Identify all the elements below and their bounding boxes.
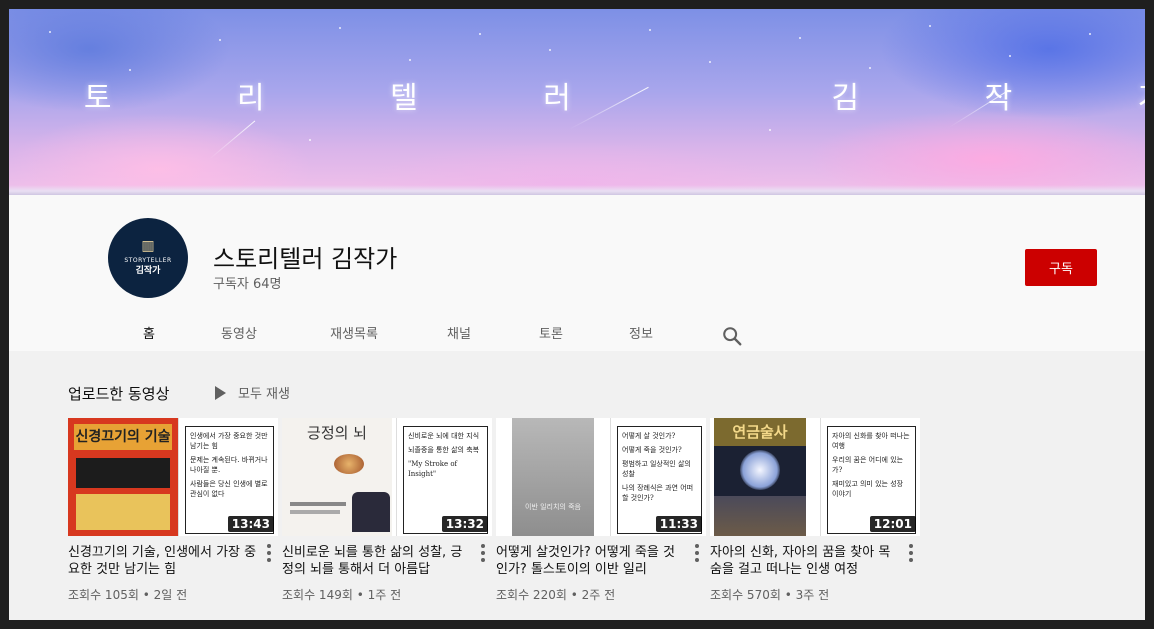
- video-thumbnail[interactable]: 신경끄기의 기술 인생에서 가장 중요한 것만 남기는 힘 문제는 계속된다. …: [68, 418, 278, 536]
- more-vert-icon[interactable]: [694, 544, 700, 562]
- subscribe-button[interactable]: 구독: [1025, 249, 1097, 286]
- uploads-section: 업로드한 동영상 모두 재생 신경끄기의 기술 인생에서 가장 중요한 것만 남…: [9, 351, 1145, 620]
- avatar-line2: 김작가: [135, 266, 161, 276]
- video-card[interactable]: 긍정의 뇌 신비로운 뇌에 대한 지식 뇌졸중을 통한 삶의 축복 "My St…: [282, 418, 492, 603]
- cover-title: 이반 일리치의 죽음: [525, 503, 581, 511]
- avatar-line1: STORYTELLER: [124, 257, 172, 264]
- channel-avatar[interactable]: ▥ STORYTELLER 김작가: [108, 218, 188, 298]
- cover-title: 신경끄기의 기술: [74, 424, 172, 450]
- channel-name: 스토리텔러 김작가: [213, 245, 398, 273]
- thumb-point: 사람들은 당신 인생에 별로 관심이 없다: [190, 480, 268, 498]
- play-all-button[interactable]: 모두 재생: [215, 383, 290, 402]
- video-title[interactable]: 신비로운 뇌를 통한 삶의 성찰, 긍정의 뇌를 통해서 더 아름답: [282, 544, 472, 578]
- video-meta: 조회수 220회 • 2주 전: [496, 588, 616, 602]
- play-all-label: 모두 재생: [238, 387, 290, 402]
- thumb-point: 문제는 계속된다. 바뀌거나 나아질 뿐.: [190, 456, 268, 474]
- thumb-point: 어떻게 죽을 것인가?: [622, 446, 682, 454]
- video-duration: 13:43: [227, 516, 274, 532]
- thumb-point: 평범하고 일상적인 삶의 성찰: [622, 460, 691, 478]
- more-vert-icon[interactable]: [266, 544, 272, 562]
- more-vert-icon[interactable]: [908, 544, 914, 562]
- search-icon[interactable]: [721, 325, 743, 347]
- video-title[interactable]: 신경끄기의 기술, 인생에서 가장 중요한 것만 남기는 힘: [68, 544, 258, 578]
- banner-title: 스 토 리 텔 러 김 작 가: [83, 81, 1145, 116]
- video-duration: 12:01: [869, 516, 916, 532]
- thumb-point: 뇌졸중을 통한 삶의 축복: [408, 446, 480, 454]
- video-thumbnail[interactable]: 연금술사 자아의 신화를 찾아 떠나는 여행 우리의 꿈은 어디에 있는가? 재…: [710, 418, 920, 536]
- more-vert-icon[interactable]: [480, 544, 486, 562]
- subscriber-count: 구독자 64명: [213, 277, 282, 292]
- video-card[interactable]: 이반 일리치의 죽음 어떻게 살 것인가? 어떻게 죽을 것인가? 평범하고 일…: [496, 418, 706, 603]
- channel-banner: 스 토 리 텔 러 김 작 가: [9, 9, 1145, 195]
- section-title[interactable]: 업로드한 동영상: [68, 383, 169, 404]
- cover-title: 연금술사: [714, 418, 806, 446]
- video-meta: 조회수 105회 • 2일 전: [68, 588, 188, 602]
- play-icon: [215, 385, 226, 400]
- thumb-point: 어떻게 살 것인가?: [622, 432, 676, 440]
- book-icon: ▥: [141, 238, 155, 254]
- video-title[interactable]: 어떻게 살것인가? 어떻게 죽을 것인가? 톨스토이의 이반 일리: [496, 544, 686, 578]
- thumb-point: 나의 장례식은 과연 어떠할 것인가?: [622, 484, 694, 502]
- youtube-channel-page: 스 토 리 텔 러 김 작 가 ▥ STORYTELLER 김작가 스토리텔러 …: [9, 9, 1145, 620]
- video-card[interactable]: 연금술사 자아의 신화를 찾아 떠나는 여행 우리의 꿈은 어디에 있는가? 재…: [710, 418, 920, 603]
- video-duration: 13:32: [441, 516, 488, 532]
- video-thumbnail[interactable]: 이반 일리치의 죽음 어떻게 살 것인가? 어떻게 죽을 것인가? 평범하고 일…: [496, 418, 706, 536]
- thumb-point: 신비로운 뇌에 대한 지식: [408, 432, 480, 440]
- video-title[interactable]: 자아의 신화, 자아의 꿈을 찾아 목숨을 걸고 떠나는 인생 여정: [710, 544, 900, 578]
- thumb-point: 인생에서 가장 중요한 것만 남기는 힘: [190, 432, 268, 450]
- video-card[interactable]: 신경끄기의 기술 인생에서 가장 중요한 것만 남기는 힘 문제는 계속된다. …: [68, 418, 278, 603]
- thumb-point: 우리의 꿈은 어디에 있는가?: [832, 456, 904, 474]
- video-meta: 조회수 570회 • 3주 전: [710, 588, 830, 602]
- video-thumbnail[interactable]: 긍정의 뇌 신비로운 뇌에 대한 지식 뇌졸중을 통한 삶의 축복 "My St…: [282, 418, 492, 536]
- channel-header: ▥ STORYTELLER 김작가 스토리텔러 김작가 구독자 64명 구독 홈…: [9, 201, 1145, 357]
- cover-title: 긍정의 뇌: [307, 424, 367, 442]
- video-duration: 11:33: [655, 516, 702, 532]
- thumb-point: 자아의 신화를 찾아 떠나는 여행: [832, 432, 910, 450]
- thumb-point: 재미있고 의미 있는 성장 이야기: [832, 480, 904, 498]
- video-meta: 조회수 149회 • 1주 전: [282, 588, 402, 602]
- thumb-point: "My Stroke of Insight": [408, 460, 458, 478]
